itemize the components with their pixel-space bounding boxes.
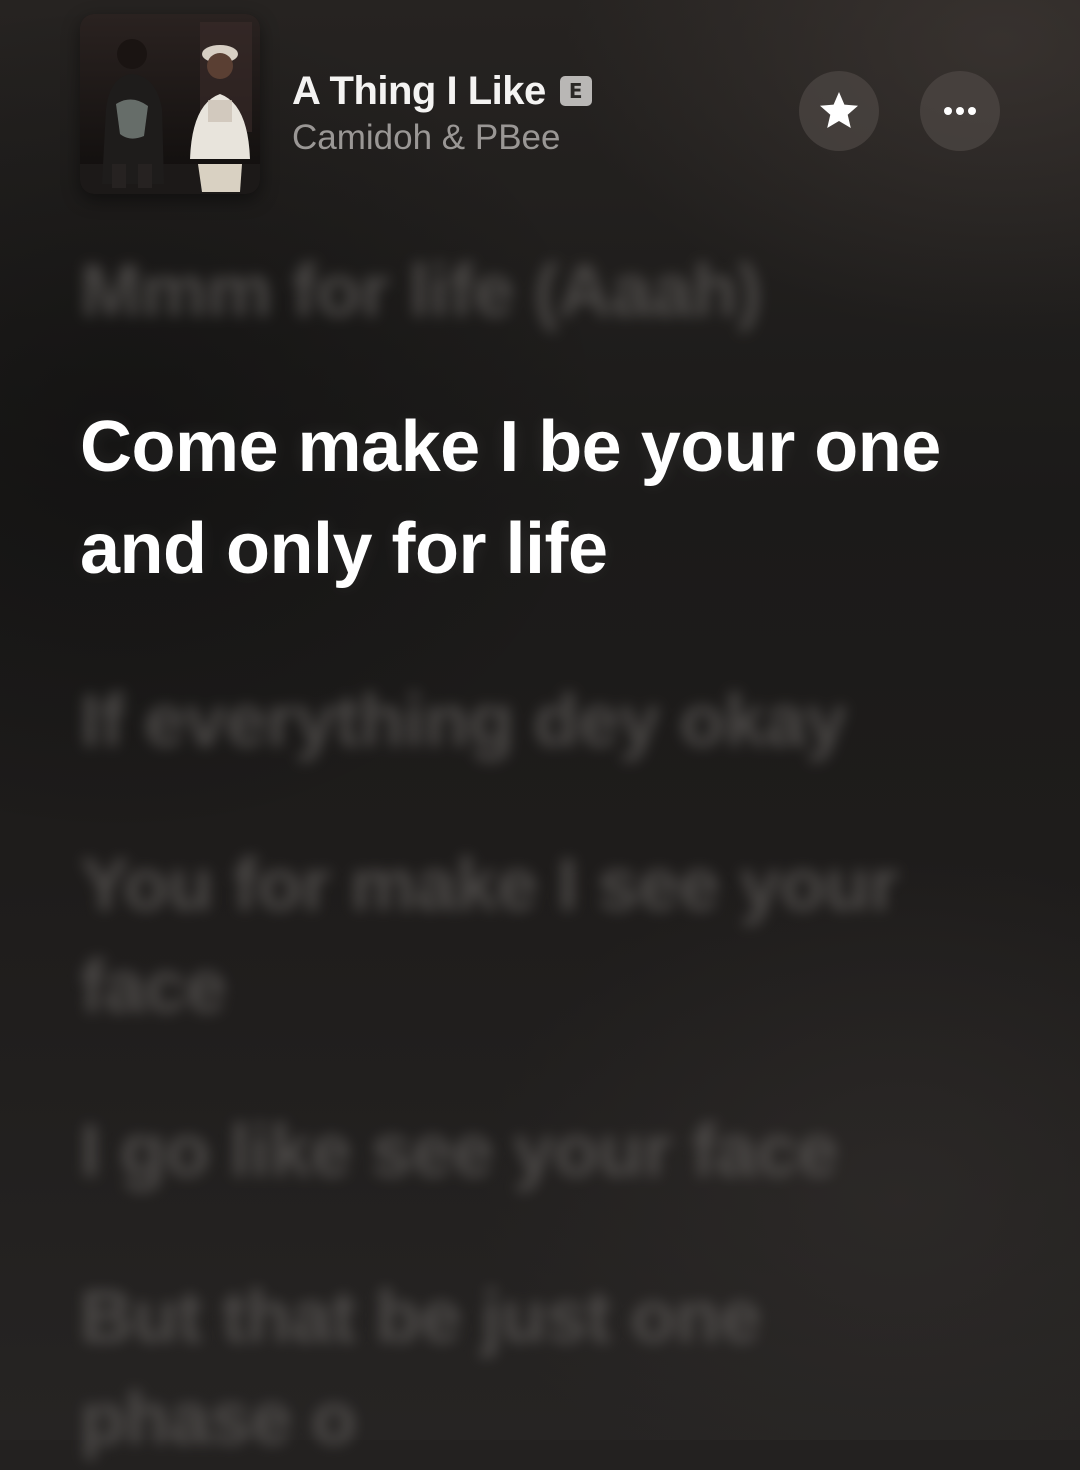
- lyric-line[interactable]: If everything dey okay: [80, 670, 980, 772]
- more-options-button[interactable]: [920, 71, 1000, 151]
- lyric-line[interactable]: You for make I see your face: [80, 834, 980, 1038]
- ellipsis-icon: [944, 107, 976, 115]
- lyric-line[interactable]: Mmm for life (Aaah): [80, 240, 980, 342]
- album-artwork[interactable]: [80, 14, 260, 194]
- song-info[interactable]: A Thing I Like E Camidoh & PBee: [292, 66, 772, 158]
- favorite-button[interactable]: [799, 71, 879, 151]
- song-title: A Thing I Like: [292, 68, 546, 113]
- lyric-line[interactable]: I go like see your face: [80, 1100, 980, 1202]
- title-row: A Thing I Like E: [292, 66, 772, 116]
- lyric-line-active[interactable]: Come make I be your one and only for lif…: [80, 396, 980, 600]
- lyric-line[interactable]: But that be just one phase o: [80, 1266, 980, 1470]
- artist-name[interactable]: Camidoh & PBee: [292, 118, 772, 158]
- album-artwork-image: [80, 14, 260, 194]
- star-icon: [820, 92, 858, 128]
- explicit-badge: E: [559, 76, 592, 106]
- now-playing-header: A Thing I Like E Camidoh & PBee: [0, 0, 1080, 220]
